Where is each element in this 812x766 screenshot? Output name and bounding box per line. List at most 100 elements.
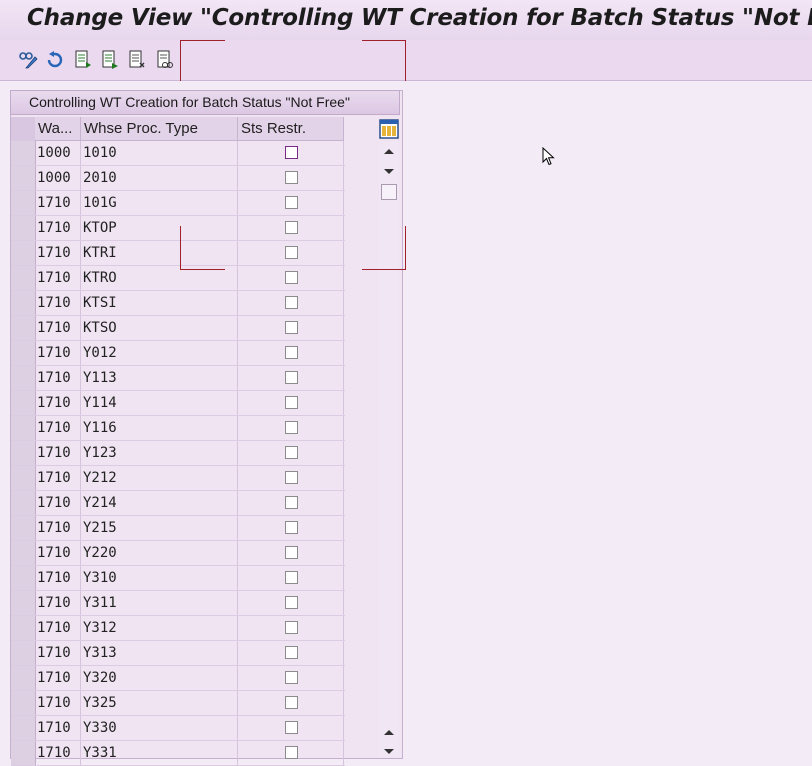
select-all-rows-button[interactable] xyxy=(11,117,36,142)
cell-process-type[interactable]: KTOP xyxy=(81,216,238,240)
table-row[interactable]: 1710 Y114 xyxy=(11,391,345,416)
cell-warehouse[interactable]: 1710 xyxy=(35,591,81,615)
row-selector[interactable] xyxy=(11,416,36,440)
row-selector[interactable] xyxy=(11,166,36,190)
cell-warehouse[interactable]: 1710 xyxy=(35,691,81,715)
cell-process-type[interactable]: 101G xyxy=(81,191,238,215)
row-selector[interactable] xyxy=(11,541,36,565)
vertical-scrollbar[interactable] xyxy=(379,141,399,757)
cell-warehouse[interactable]: 1710 xyxy=(35,641,81,665)
status-restriction-checkbox[interactable] xyxy=(285,471,298,484)
cell-warehouse[interactable]: 1710 xyxy=(35,366,81,390)
row-selector[interactable] xyxy=(11,616,36,640)
table-row[interactable]: 1710 Y330 xyxy=(11,716,345,741)
status-restriction-checkbox[interactable] xyxy=(285,296,298,309)
row-selector[interactable] xyxy=(11,666,36,690)
cell-warehouse[interactable]: 1710 xyxy=(35,716,81,740)
cell-warehouse[interactable]: 1710 xyxy=(35,741,81,765)
row-selector[interactable] xyxy=(11,566,36,590)
row-selector[interactable] xyxy=(11,216,36,240)
status-restriction-checkbox[interactable] xyxy=(285,421,298,434)
cell-warehouse[interactable]: 1710 xyxy=(35,616,81,640)
cell-warehouse[interactable]: 1000 xyxy=(35,166,81,190)
row-selector[interactable] xyxy=(11,316,36,340)
status-restriction-checkbox[interactable] xyxy=(285,321,298,334)
table-row[interactable]: 1710 Y113 xyxy=(11,366,345,391)
cell-process-type[interactable]: Y114 xyxy=(81,391,238,415)
cell-process-type[interactable]: Y215 xyxy=(81,516,238,540)
cell-process-type[interactable]: Y220 xyxy=(81,541,238,565)
cell-process-type[interactable]: 1010 xyxy=(81,141,238,165)
cell-process-type[interactable]: KTRI xyxy=(81,241,238,265)
status-restriction-checkbox[interactable] xyxy=(285,346,298,359)
column-header-status-restriction[interactable]: Sts Restr. xyxy=(238,117,344,141)
table-row[interactable]: 1710 Y331 xyxy=(11,741,345,766)
cell-warehouse[interactable]: 1000 xyxy=(35,141,81,165)
column-header-process-type[interactable]: Whse Proc. Type xyxy=(81,117,238,141)
table-row[interactable]: 1710 Y311 xyxy=(11,591,345,616)
scroll-up-icon[interactable] xyxy=(381,724,397,740)
copy-as-icon[interactable] xyxy=(100,50,120,70)
undo-icon[interactable] xyxy=(45,50,65,70)
status-restriction-checkbox[interactable] xyxy=(285,596,298,609)
scroll-page-up-icon[interactable] xyxy=(381,143,397,159)
cell-warehouse[interactable]: 1710 xyxy=(35,466,81,490)
status-restriction-checkbox[interactable] xyxy=(285,746,298,759)
cell-warehouse[interactable]: 1710 xyxy=(35,416,81,440)
cell-warehouse[interactable]: 1710 xyxy=(35,666,81,690)
status-restriction-checkbox[interactable] xyxy=(285,271,298,284)
status-restriction-checkbox[interactable] xyxy=(285,246,298,259)
cell-warehouse[interactable]: 1710 xyxy=(35,491,81,515)
table-row[interactable]: 1710 Y215 xyxy=(11,516,345,541)
display-change-icon[interactable] xyxy=(18,50,38,70)
status-restriction-checkbox[interactable] xyxy=(285,371,298,384)
new-entries-icon[interactable] xyxy=(73,50,93,70)
table-row[interactable]: 1710 Y212 xyxy=(11,466,345,491)
cell-warehouse[interactable]: 1710 xyxy=(35,566,81,590)
status-restriction-checkbox[interactable] xyxy=(285,696,298,709)
row-selector[interactable] xyxy=(11,491,36,515)
table-row[interactable]: 1710 Y310 xyxy=(11,566,345,591)
cell-process-type[interactable]: KTSO xyxy=(81,316,238,340)
cell-process-type[interactable]: Y012 xyxy=(81,341,238,365)
cell-process-type[interactable]: Y116 xyxy=(81,416,238,440)
status-restriction-checkbox[interactable] xyxy=(285,496,298,509)
row-selector[interactable] xyxy=(11,691,36,715)
cell-warehouse[interactable]: 1710 xyxy=(35,391,81,415)
cell-process-type[interactable]: KTSI xyxy=(81,291,238,315)
table-row[interactable]: 1710 KTRO xyxy=(11,266,345,291)
cell-process-type[interactable]: Y123 xyxy=(81,441,238,465)
select-all-icon[interactable] xyxy=(155,50,175,70)
cell-process-type[interactable]: Y312 xyxy=(81,616,238,640)
cell-warehouse[interactable]: 1710 xyxy=(35,516,81,540)
status-restriction-checkbox[interactable] xyxy=(285,646,298,659)
status-restriction-checkbox[interactable] xyxy=(285,396,298,409)
row-selector[interactable] xyxy=(11,516,36,540)
cell-process-type[interactable]: Y113 xyxy=(81,366,238,390)
row-selector[interactable] xyxy=(11,391,36,415)
column-header-warehouse[interactable]: Wa... xyxy=(35,117,81,141)
cell-warehouse[interactable]: 1710 xyxy=(35,291,81,315)
table-row[interactable]: 1710 Y320 xyxy=(11,666,345,691)
status-restriction-checkbox[interactable] xyxy=(285,546,298,559)
status-restriction-checkbox[interactable] xyxy=(285,446,298,459)
status-restriction-checkbox[interactable] xyxy=(285,571,298,584)
row-selector[interactable] xyxy=(11,441,36,465)
row-selector[interactable] xyxy=(11,291,36,315)
status-restriction-checkbox[interactable] xyxy=(285,171,298,184)
row-selector[interactable] xyxy=(11,266,36,290)
row-selector[interactable] xyxy=(11,641,36,665)
status-restriction-checkbox[interactable] xyxy=(285,196,298,209)
row-selector[interactable] xyxy=(11,341,36,365)
table-row[interactable]: 1710 KTRI xyxy=(11,241,345,266)
table-row[interactable]: 1000 2010 xyxy=(11,166,345,191)
cell-process-type[interactable]: Y311 xyxy=(81,591,238,615)
cell-process-type[interactable]: Y212 xyxy=(81,466,238,490)
table-row[interactable]: 1710 KTSI xyxy=(11,291,345,316)
cell-warehouse[interactable]: 1710 xyxy=(35,241,81,265)
cell-process-type[interactable]: Y330 xyxy=(81,716,238,740)
table-row[interactable]: 1710 Y313 xyxy=(11,641,345,666)
cell-warehouse[interactable]: 1710 xyxy=(35,341,81,365)
row-selector[interactable] xyxy=(11,241,36,265)
row-selector[interactable] xyxy=(11,591,36,615)
